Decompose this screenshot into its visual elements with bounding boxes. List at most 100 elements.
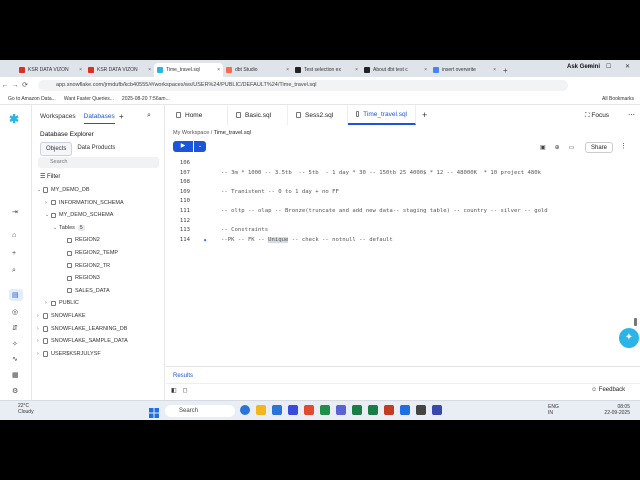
new-tab-icon[interactable]: + (503, 66, 508, 75)
code-line[interactable]: 114 ✦ --PK -- FK -- Unique -- check -- not… (166, 235, 640, 245)
editor-tab[interactable]: Home (168, 105, 228, 125)
code-line[interactable]: 112 (166, 216, 640, 226)
all-bookmarks[interactable]: All Bookmarks (602, 96, 634, 102)
bookmark-item[interactable]: Want Faster Queries... (64, 96, 114, 102)
ai-icon[interactable]: ✧ (12, 340, 18, 348)
browser-tab[interactable]: KSR DATA VIZON × (16, 63, 85, 77)
back-icon[interactable]: ← (0, 82, 10, 89)
code-line[interactable]: 107 -- 3m * 1000 -- 3.5tb -- 5tb - 1 day … (166, 168, 640, 178)
code-line[interactable]: 113 -- Constraints (166, 225, 640, 235)
taskbar-app-icon[interactable] (304, 405, 314, 415)
reload-icon[interactable]: ⟳ (20, 81, 30, 89)
marketplace-icon[interactable]: ▦ (12, 371, 19, 379)
ai-suggest-icon[interactable]: ✦ (203, 235, 207, 245)
editor-tab[interactable]: Basic.sql (228, 105, 288, 125)
taskbar-app-icon[interactable] (320, 405, 330, 415)
more-icon[interactable]: ⋯ (628, 111, 635, 119)
taskbar-app-icon[interactable] (416, 405, 426, 415)
browser-tab[interactable]: KSR DATA VIZON × (85, 63, 154, 77)
new-file-icon[interactable]: + (422, 110, 427, 120)
forward-icon[interactable]: → (10, 82, 20, 89)
segment-data-products[interactable]: Data Products (72, 142, 120, 156)
close-icon[interactable]: × (286, 67, 289, 73)
tree-node[interactable]: ⌄ MY_DEMO_SCHEMA (45, 212, 113, 218)
breadcrumb-workspace[interactable]: My Workspace (173, 130, 209, 136)
tab-workspaces[interactable]: Workspaces (40, 113, 76, 124)
close-icon[interactable]: × (493, 67, 496, 73)
focus-button[interactable]: ⛶ Focus (585, 112, 609, 120)
run-button[interactable]: ▶ (173, 141, 193, 152)
tree-node[interactable]: › SNOWFLAKE_SAMPLE_DATA (37, 338, 128, 345)
code-line[interactable]: 106 (166, 158, 640, 168)
browser-tab[interactable]: insert overwrite × (430, 63, 499, 77)
close-icon[interactable]: × (148, 67, 151, 73)
clock[interactable]: 08:05 22-09-2025 (590, 404, 630, 416)
add-icon[interactable]: + (119, 112, 124, 121)
code-line[interactable]: 109 -- Tranistent -- 0 to 1 day + no FF (166, 187, 640, 197)
tree-node[interactable]: › USER$KSRJULYSF (37, 350, 101, 357)
taskbar-app-icon[interactable] (400, 405, 410, 415)
tree-node[interactable]: SALES_DATA (61, 288, 110, 294)
bookmark-item[interactable]: Go to Amazon Data... (8, 96, 56, 102)
editor-tab[interactable]: Time_travel.sql (348, 105, 416, 125)
ingestion-icon[interactable]: ⇵ (12, 324, 18, 332)
tree-node[interactable]: REGION2 (61, 237, 100, 243)
more-icon[interactable]: ⋮ (620, 142, 627, 150)
language-indicator[interactable]: ENG IN (548, 404, 559, 416)
browser-tab[interactable]: Time_travel.sql × (154, 63, 223, 77)
browser-tab[interactable]: Test selection ex × (292, 63, 361, 77)
editor-scrollbar[interactable] (634, 318, 637, 326)
tree-node[interactable]: › INFORMATION_SCHEMA (45, 200, 124, 206)
collapse-icon[interactable]: ⇥ (12, 208, 18, 216)
taskbar-app-icon[interactable] (368, 405, 378, 415)
close-icon[interactable]: × (217, 67, 220, 73)
taskbar-search[interactable]: Search (165, 405, 235, 417)
editor-toolbar-icons[interactable]: ▣⊕▭ (540, 144, 583, 151)
window-controls[interactable]: — ☐ ✕ (586, 63, 636, 70)
browser-tab[interactable]: dbt Studio × (223, 63, 292, 77)
tree-node[interactable]: REGION2_TR (61, 263, 110, 269)
windows-start-icon[interactable] (149, 405, 159, 418)
breadcrumb-file[interactable]: Time_travel.sql (214, 130, 251, 136)
taskbar-app-icon[interactable] (272, 405, 282, 415)
taskbar-app-icon[interactable] (288, 405, 298, 415)
weather-widget[interactable]: 22°C Cloudy (18, 403, 34, 415)
tree-node[interactable]: ⌄ MY_DEMO_DB (37, 187, 90, 193)
editor-tab[interactable]: Sess2.sql (288, 105, 348, 125)
tree-node[interactable]: ⌄ Tables 5 (53, 224, 85, 231)
copilot-fab-icon[interactable]: ✦ (619, 328, 639, 348)
close-icon[interactable]: × (355, 67, 358, 73)
admin-icon[interactable]: ⚙ (12, 387, 18, 395)
bookmark-item[interactable]: 2025-08-20 7:56am... (122, 96, 170, 102)
code-line[interactable]: 108 (166, 177, 640, 187)
tree-node[interactable]: › SNOWFLAKE_LEARNING_DB (37, 325, 127, 332)
tree-node[interactable]: REGION2_TEMP (61, 250, 118, 256)
results-tab[interactable]: Results (173, 373, 193, 379)
data-icon[interactable]: ▤ (12, 291, 19, 299)
taskbar-app-icon[interactable] (352, 405, 362, 415)
search-icon[interactable]: ⌕ (147, 112, 151, 120)
search-icon[interactable]: ⌕ (12, 267, 16, 275)
tree-node[interactable]: › PUBLIC (45, 300, 79, 306)
code-line[interactable]: 110 (166, 196, 640, 206)
segment-objects[interactable]: Objects (40, 142, 73, 156)
taskbar-app-icon[interactable] (256, 405, 266, 415)
tab-databases[interactable]: Databases (83, 113, 115, 124)
add-icon[interactable]: + (12, 250, 16, 257)
monitoring-icon[interactable]: ∿ (12, 355, 18, 363)
share-button[interactable]: Share (585, 142, 613, 153)
browser-tab[interactable]: About dbt test c × (361, 63, 430, 77)
taskbar-app-icon[interactable] (384, 405, 394, 415)
projects-icon[interactable]: ◎ (12, 308, 18, 316)
close-icon[interactable]: × (424, 67, 427, 73)
object-search-input[interactable]: Search (38, 157, 159, 168)
run-dropdown-icon[interactable]: ⌄ (194, 141, 206, 152)
tree-node[interactable]: › SNOWFLAKE (37, 313, 86, 319)
taskbar-app-icon[interactable] (240, 405, 250, 415)
tree-node[interactable]: REGION3 (61, 275, 100, 281)
code-line[interactable]: 111 -- oltp -- olap -- Bronze(truncate an… (166, 206, 640, 216)
layout-toggle-icons[interactable]: ◧◻ (171, 387, 194, 394)
feedback-button[interactable]: ☺ Feedback (591, 387, 625, 393)
home-icon[interactable]: ⌂ (12, 232, 16, 239)
close-icon[interactable]: × (79, 67, 82, 73)
